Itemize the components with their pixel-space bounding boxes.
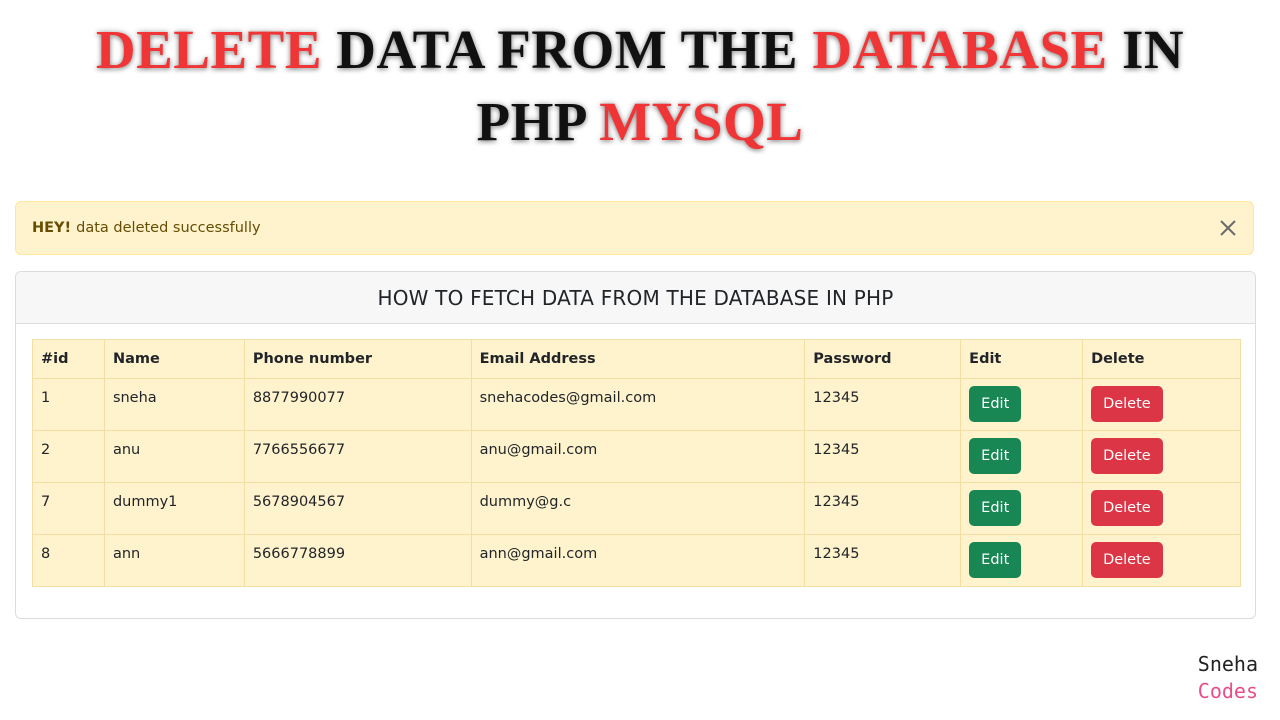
cell-edit: Edit (960, 482, 1084, 535)
cell-name: dummy1 (103, 482, 245, 535)
banner-word-database: DATABASE (812, 19, 1108, 80)
cell-email: anu@gmail.com (470, 430, 806, 483)
edit-button[interactable]: Edit (969, 438, 1022, 474)
cell-id: 2 (32, 430, 105, 483)
header-phone: Phone number (243, 339, 472, 379)
success-alert: HEY! data deleted successfully (15, 201, 1254, 255)
video-title-banner: DELETE DATA FROM THE DATABASE IN PHP MYS… (0, 14, 1280, 158)
cell-id: 8 (32, 534, 105, 587)
cell-password: 12345 (804, 482, 962, 535)
cell-name: anu (103, 430, 245, 483)
cell-id: 1 (32, 378, 105, 431)
table-row: 2 anu 7766556677 anu@gmail.com 12345 Edi… (32, 430, 1241, 483)
cell-delete: Delete (1082, 534, 1241, 587)
delete-button[interactable]: Delete (1091, 490, 1163, 526)
cell-password: 12345 (804, 378, 962, 431)
cell-phone: 5666778899 (243, 534, 472, 587)
logo-line-codes: Codes (1197, 679, 1258, 703)
cell-id: 7 (32, 482, 105, 535)
alert-strong-text: HEY! (32, 220, 72, 236)
header-id: #id (32, 339, 105, 379)
banner-line-1: DELETE DATA FROM THE DATABASE IN (0, 14, 1280, 86)
cell-name: ann (103, 534, 245, 587)
header-email: Email Address (470, 339, 806, 379)
cell-phone: 7766556677 (243, 430, 472, 483)
header-password: Password (804, 339, 962, 379)
logo-line-sneha: Sneha (1197, 652, 1258, 676)
banner-line-2: PHP MYSQL (0, 86, 1280, 158)
table-row: 8 ann 5666778899 ann@gmail.com 12345 Edi… (32, 534, 1241, 587)
cell-phone: 5678904567 (243, 482, 472, 535)
table-row: 7 dummy1 5678904567 dummy@g.c 12345 Edit… (32, 482, 1241, 535)
cell-edit: Edit (960, 534, 1084, 587)
cell-delete: Delete (1082, 378, 1241, 431)
cell-email: ann@gmail.com (470, 534, 806, 587)
delete-button[interactable]: Delete (1091, 542, 1163, 578)
header-delete: Delete (1082, 339, 1241, 379)
close-icon[interactable] (1217, 217, 1239, 239)
alert-message: data deleted successfully (76, 220, 261, 236)
table-header-row: #id Name Phone number Email Address Pass… (32, 339, 1241, 379)
cell-email: snehacodes@gmail.com (470, 378, 806, 431)
banner-word-in: IN (1107, 19, 1185, 80)
data-card: HOW TO FETCH DATA FROM THE DATABASE IN P… (15, 271, 1256, 619)
banner-words-data-from-the: DATA FROM THE (336, 19, 813, 80)
cell-password: 12345 (804, 534, 962, 587)
cell-edit: Edit (960, 430, 1084, 483)
delete-button[interactable]: Delete (1091, 386, 1163, 422)
cell-password: 12345 (804, 430, 962, 483)
users-table: #id Name Phone number Email Address Pass… (32, 339, 1241, 587)
cell-delete: Delete (1082, 482, 1241, 535)
cell-name: sneha (103, 378, 245, 431)
delete-button[interactable]: Delete (1091, 438, 1163, 474)
cell-phone: 8877990077 (243, 378, 472, 431)
banner-word-mysql: MYSQL (599, 91, 804, 152)
cell-delete: Delete (1082, 430, 1241, 483)
edit-button[interactable]: Edit (969, 542, 1022, 578)
cell-edit: Edit (960, 378, 1084, 431)
header-name: Name (103, 339, 245, 379)
cell-email: dummy@g.c (470, 482, 806, 535)
sneha-codes-logo: Sneha Codes (1198, 651, 1258, 705)
header-edit: Edit (960, 339, 1084, 379)
banner-word-delete: DELETE (95, 19, 337, 80)
edit-button[interactable]: Edit (969, 490, 1022, 526)
card-title: HOW TO FETCH DATA FROM THE DATABASE IN P… (16, 272, 1255, 324)
edit-button[interactable]: Edit (969, 386, 1022, 422)
table-row: 1 sneha 8877990077 snehacodes@gmail.com … (32, 378, 1241, 431)
banner-word-php: PHP (476, 91, 600, 152)
